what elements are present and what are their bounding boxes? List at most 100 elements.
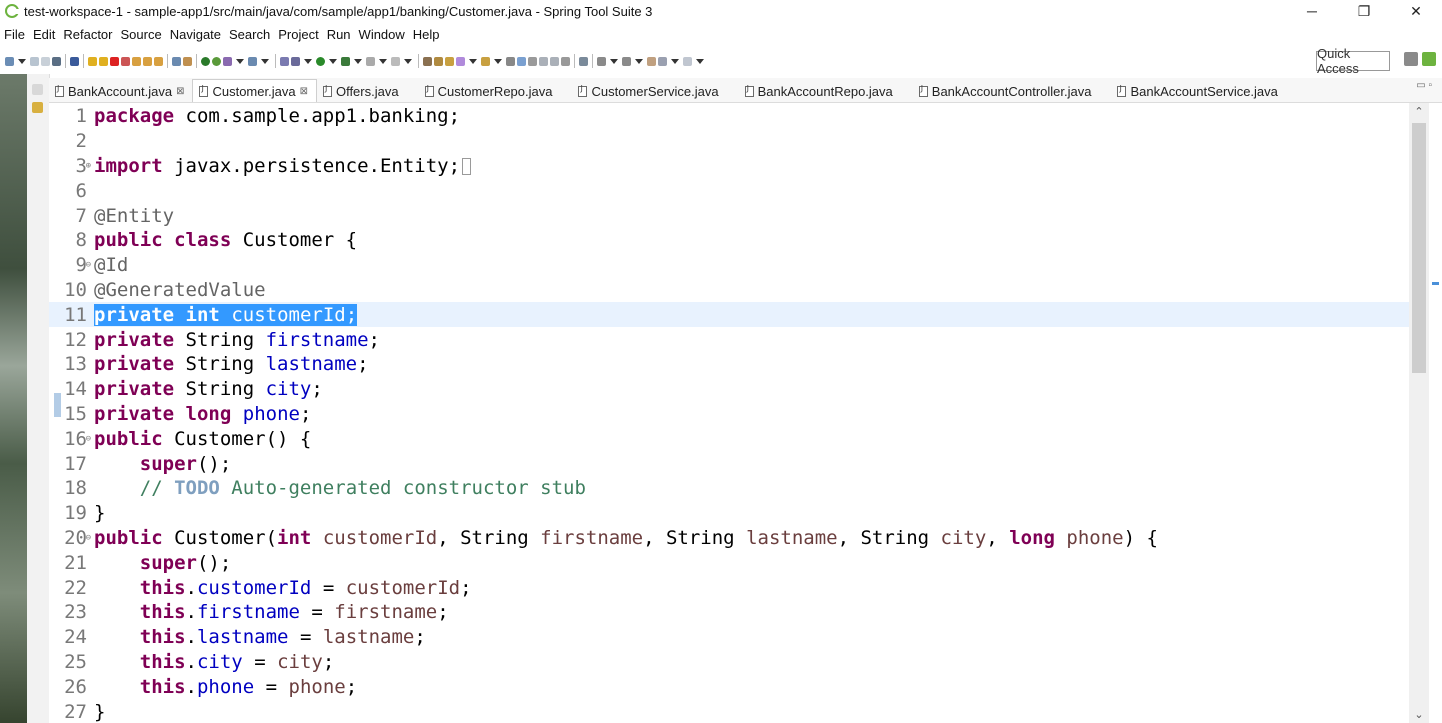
code-line[interactable]: 10 @GeneratedValue bbox=[49, 278, 1409, 303]
skip-breakpoints-icon[interactable] bbox=[70, 56, 79, 66]
suspend-icon[interactable] bbox=[99, 56, 108, 66]
tab-bankaccountservice-java[interactable]: BankAccountService.java bbox=[1111, 80, 1285, 102]
word-wrap-icon[interactable] bbox=[539, 56, 548, 66]
run-dropdown-icon[interactable] bbox=[329, 58, 337, 64]
code-line[interactable]: 6 bbox=[49, 178, 1409, 203]
code-line[interactable]: 16 ⊖ public Customer() { bbox=[49, 426, 1409, 451]
tools-icon[interactable] bbox=[391, 56, 400, 66]
debug-dropdown-icon[interactable] bbox=[304, 58, 312, 64]
new-dropdown-icon[interactable] bbox=[18, 58, 26, 64]
menu-refactor[interactable]: Refactor bbox=[59, 27, 116, 42]
code-line[interactable]: 24 this.lastname = lastname; bbox=[49, 625, 1409, 650]
overview-marker[interactable] bbox=[1432, 282, 1439, 285]
next-annotation-icon[interactable] bbox=[597, 56, 606, 66]
new-spring-starter-icon[interactable] bbox=[223, 56, 232, 66]
editor-vertical-scrollbar[interactable]: ⌃ ⌄ bbox=[1409, 103, 1429, 723]
terminate-icon[interactable] bbox=[110, 56, 119, 66]
code-line[interactable]: 11 private int customerId; bbox=[49, 302, 1409, 328]
step-over-icon[interactable] bbox=[143, 56, 152, 66]
menu-help[interactable]: Help bbox=[409, 27, 444, 42]
code-line[interactable]: 2 bbox=[49, 129, 1409, 154]
dropdown-icon[interactable] bbox=[404, 58, 412, 64]
console-icon[interactable] bbox=[52, 56, 61, 66]
menu-project[interactable]: Project bbox=[274, 27, 322, 42]
code-line[interactable]: 17 super(); bbox=[49, 451, 1409, 476]
external-tools-icon[interactable] bbox=[280, 56, 289, 66]
use-step-filters-icon[interactable] bbox=[172, 56, 181, 66]
tab-customer-java[interactable]: Customer.java ⊠ bbox=[192, 79, 317, 102]
disconnect-icon[interactable] bbox=[121, 56, 130, 66]
minimize-maximize-editor-icon[interactable]: ▭ ▫ bbox=[1416, 80, 1432, 91]
toggle-mark-occurrences-icon[interactable] bbox=[506, 56, 515, 66]
open-project-icon[interactable] bbox=[481, 56, 490, 66]
pilcrow-icon[interactable] bbox=[561, 56, 570, 66]
package-explorer-icon[interactable] bbox=[32, 102, 43, 113]
quick-access-field[interactable]: Quick Access bbox=[1316, 46, 1390, 76]
spring-boot-dashboard-icon[interactable] bbox=[201, 56, 210, 66]
resume-icon[interactable] bbox=[88, 56, 97, 66]
tab-bankaccountrepo-java[interactable]: BankAccountRepo.java bbox=[739, 80, 901, 102]
code-line[interactable]: 1 package com.sample.app1.banking; bbox=[49, 104, 1409, 129]
tab-offers-java[interactable]: Offers.java bbox=[317, 80, 407, 102]
step-return-icon[interactable] bbox=[154, 56, 163, 66]
back-dropdown-icon[interactable] bbox=[671, 58, 679, 64]
new-class-icon[interactable] bbox=[456, 56, 465, 66]
stop-icon[interactable] bbox=[366, 56, 375, 66]
dropdown-icon[interactable] bbox=[261, 58, 269, 64]
code-line[interactable]: 26 this.phone = phone; bbox=[49, 674, 1409, 699]
menu-edit[interactable]: Edit bbox=[29, 27, 59, 42]
back-icon[interactable] bbox=[658, 56, 667, 66]
step-into-icon[interactable] bbox=[132, 56, 141, 66]
menu-window[interactable]: Window bbox=[355, 27, 409, 42]
code-line[interactable]: 8 public class Customer { bbox=[49, 228, 1409, 253]
code-line[interactable]: 13 private String lastname; bbox=[49, 352, 1409, 377]
debug-icon[interactable] bbox=[291, 56, 300, 66]
code-line[interactable]: 21 super(); bbox=[49, 550, 1409, 575]
scroll-thumb[interactable] bbox=[1412, 123, 1426, 373]
relaunch-icon[interactable] bbox=[212, 56, 221, 66]
fold-toggle-icon[interactable]: ⊖ bbox=[86, 533, 91, 543]
code-line[interactable]: 20 ⊖ public Customer(int customerId, Strin… bbox=[49, 526, 1409, 551]
minimize-button[interactable]: ─ bbox=[1286, 0, 1338, 22]
dropdown-icon[interactable] bbox=[469, 58, 477, 64]
code-line[interactable]: 3 ⊕ import javax.persistence.Entity; bbox=[49, 154, 1409, 179]
tab-bankaccountcontroller-java[interactable]: BankAccountController.java bbox=[913, 80, 1100, 102]
dropdown-icon[interactable] bbox=[635, 58, 643, 64]
dropdown-icon[interactable] bbox=[610, 58, 618, 64]
scroll-up-icon[interactable]: ⌃ bbox=[1414, 105, 1424, 118]
code-line[interactable]: 19} bbox=[49, 501, 1409, 526]
forward-dropdown-icon[interactable] bbox=[696, 58, 704, 64]
coverage-icon[interactable] bbox=[341, 56, 350, 66]
build-icon[interactable] bbox=[183, 56, 192, 66]
code-line[interactable]: 23 this.firstname = firstname; bbox=[49, 600, 1409, 625]
dropdown-icon[interactable] bbox=[236, 58, 244, 64]
code-line[interactable]: 12 private String firstname; bbox=[49, 327, 1409, 352]
new-java-project-icon[interactable] bbox=[423, 56, 432, 66]
tab-customerrepo-java[interactable]: CustomerRepo.java bbox=[419, 80, 561, 102]
code-line[interactable]: 7 @Entity bbox=[49, 203, 1409, 228]
menu-search[interactable]: Search bbox=[225, 27, 274, 42]
fold-toggle-icon[interactable]: ⊖ bbox=[86, 260, 91, 270]
restore-view-icon[interactable] bbox=[32, 84, 43, 95]
block-selection-icon[interactable] bbox=[528, 56, 537, 66]
folded-imports-marker[interactable] bbox=[462, 157, 472, 175]
show-whitespace-icon[interactable] bbox=[550, 56, 559, 66]
annotation-icon[interactable] bbox=[579, 56, 588, 66]
open-type-icon[interactable] bbox=[248, 56, 257, 66]
coverage-dropdown-icon[interactable] bbox=[354, 58, 362, 64]
code-line[interactable]: 14 private String city; bbox=[49, 377, 1409, 402]
new-icon[interactable] bbox=[5, 56, 14, 66]
dropdown-icon[interactable] bbox=[379, 58, 387, 64]
restore-button[interactable]: ❐ bbox=[1338, 0, 1390, 22]
code-line[interactable]: 22 this.customerId = customerId; bbox=[49, 575, 1409, 600]
toggle-breadcrumb-icon[interactable] bbox=[517, 56, 526, 66]
close-button[interactable]: ✕ bbox=[1390, 0, 1442, 22]
last-edit-location-icon[interactable] bbox=[647, 56, 656, 66]
java-editor[interactable]: 1 package com.sample.app1.banking; 2 3 ⊕ impo… bbox=[49, 103, 1409, 723]
save-all-icon[interactable] bbox=[41, 56, 50, 66]
code-line[interactable]: 18 // TODO Auto-generated constructor st… bbox=[49, 476, 1409, 501]
menu-source[interactable]: Source bbox=[117, 27, 166, 42]
new-package-icon[interactable] bbox=[434, 56, 443, 66]
tab-customerservice-java[interactable]: CustomerService.java bbox=[572, 80, 726, 102]
fold-toggle-icon[interactable]: ⊕ bbox=[86, 161, 91, 171]
